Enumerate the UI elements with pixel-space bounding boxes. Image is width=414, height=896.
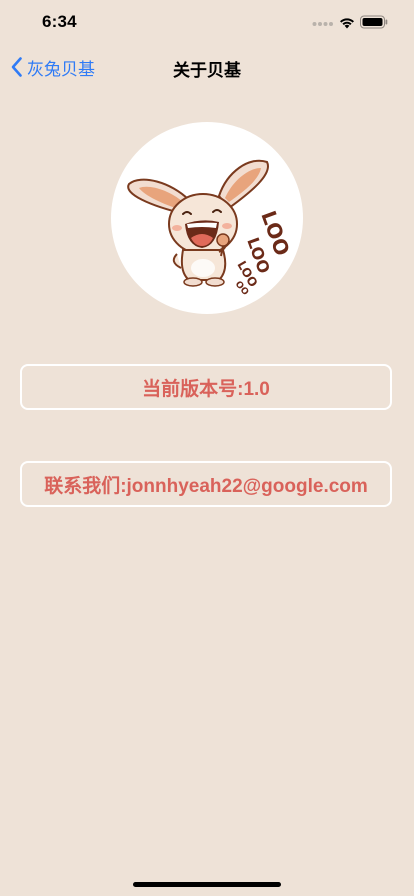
status-bar: 6:34 [0,0,414,44]
wifi-icon [340,18,354,29]
version-info-box: 当前版本号:1.0 [20,364,392,410]
version-text: 当前版本号:1.0 [142,378,270,400]
contact-info-box[interactable]: 联系我们:jonnhyeah22@google.com [20,461,392,507]
status-time: 6:34 [42,12,77,31]
battery-icon [360,15,388,29]
contact-text: 联系我们:jonnhyeah22@google.com [44,475,368,497]
page-title: 关于贝基 [173,61,241,80]
home-indicator[interactable] [133,882,281,887]
bunny-mascot-icon: LOO LOO LOO OO [127,159,295,298]
app-logo: LOO LOO LOO OO [111,122,303,314]
cellular-signal-icon [312,22,333,26]
